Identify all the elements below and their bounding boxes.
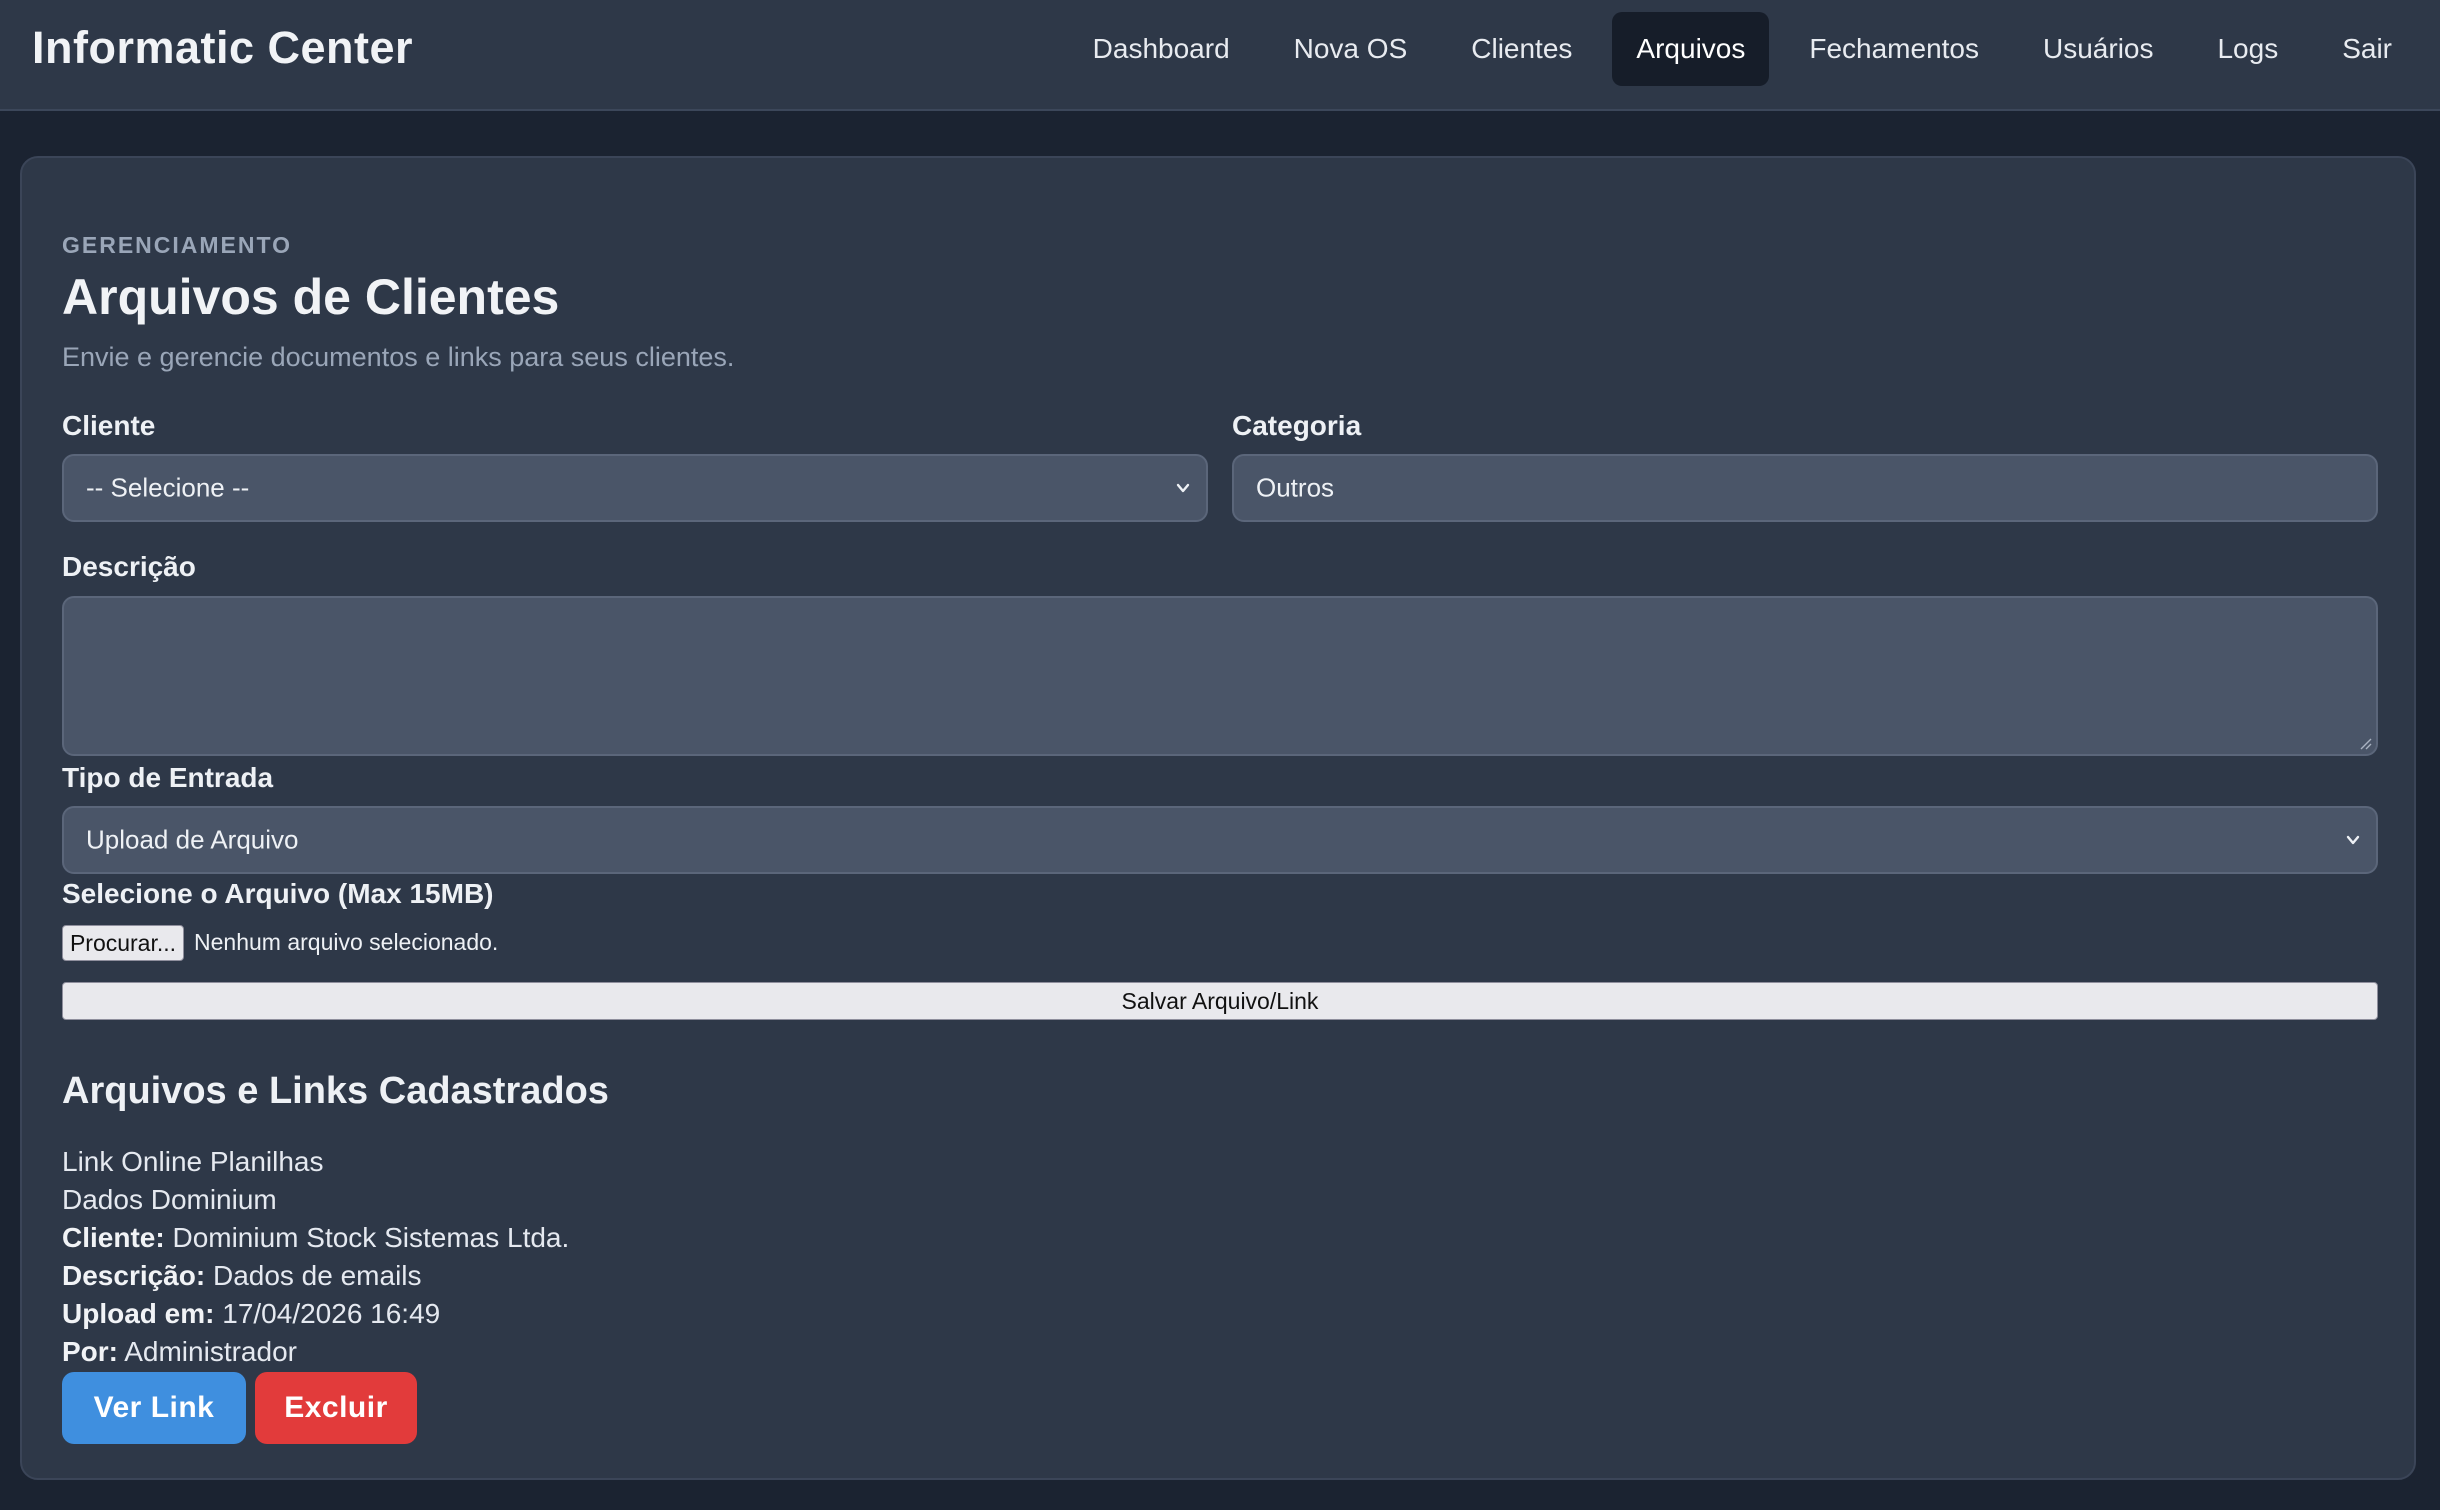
brand-title[interactable]: Informatic Center: [32, 22, 413, 74]
page-eyebrow: GERENCIAMENTO: [62, 232, 293, 258]
chevron-down-icon: [2346, 835, 2360, 845]
categoria-input[interactable]: Outros: [1232, 454, 2378, 522]
entry-por: Por: Administrador: [62, 1336, 297, 1368]
descricao-label: Descrição: [62, 551, 196, 582]
entry-upload-key: Upload em:: [62, 1298, 215, 1329]
entry-cliente-key: Cliente:: [62, 1222, 165, 1253]
entry-name: Link Online Planilhas: [62, 1146, 324, 1177]
entry-descricao-key: Descrição:: [62, 1260, 206, 1291]
entry-cliente-value: Dominium Stock Sistemas Ltda.: [172, 1222, 570, 1253]
tipo-select[interactable]: Upload de Arquivo: [62, 806, 2378, 874]
top-navbar: Informatic Center Dashboard Nova OS Clie…: [0, 0, 2440, 111]
entry-descricao-value: Dados de emails: [212, 1260, 422, 1291]
categoria-input-value: Outros: [1256, 472, 1335, 503]
tipo-select-value: Upload de Arquivo: [86, 824, 299, 855]
entry-upload: Upload em: 17/04/2026 16:49: [62, 1298, 440, 1330]
nav-dashboard[interactable]: Dashboard: [1069, 12, 1254, 86]
nav-usuarios[interactable]: Usuários: [2019, 12, 2177, 86]
descricao-textarea[interactable]: [62, 596, 2378, 756]
cliente-label: Cliente: [62, 410, 156, 441]
page-subtitle: Envie e gerencie documentos e links para…: [62, 342, 735, 372]
file-status-text: Nenhum arquivo selecionado.: [194, 929, 499, 955]
view-link-button[interactable]: Ver Link: [62, 1372, 246, 1444]
nav-logs[interactable]: Logs: [2193, 12, 2302, 86]
resize-grip-icon[interactable]: [2358, 736, 2372, 750]
entry-category: Dados Dominium: [62, 1184, 277, 1215]
arquivo-label: Selecione o Arquivo (Max 15MB): [62, 878, 494, 909]
chevron-down-icon: [1176, 483, 1190, 493]
delete-button[interactable]: Excluir: [255, 1372, 417, 1444]
cliente-select[interactable]: -- Selecione --: [62, 454, 1208, 522]
nav-sair[interactable]: Sair: [2318, 12, 2416, 86]
entry-cliente: Cliente: Dominium Stock Sistemas Ltda.: [62, 1222, 569, 1254]
nav-clientes[interactable]: Clientes: [1447, 12, 1596, 86]
categoria-label: Categoria: [1232, 410, 1362, 441]
list-title: Arquivos e Links Cadastrados: [62, 1070, 609, 1112]
save-button[interactable]: Salvar Arquivo/Link: [62, 982, 2378, 1020]
main-card: GERENCIAMENTO Arquivos de Clientes Envie…: [20, 156, 2416, 1480]
main-nav: Dashboard Nova OS Clientes Arquivos Fech…: [1053, 12, 2416, 86]
entry-upload-value: 17/04/2026 16:49: [222, 1298, 441, 1329]
nav-nova-os[interactable]: Nova OS: [1270, 12, 1432, 86]
entry-por-key: Por:: [62, 1336, 118, 1367]
page-title: Arquivos de Clientes: [62, 269, 560, 325]
entry-descricao: Descrição: Dados de emails: [62, 1260, 422, 1292]
tipo-label: Tipo de Entrada: [62, 762, 274, 793]
nav-fechamentos[interactable]: Fechamentos: [1785, 12, 2003, 86]
cliente-select-value: -- Selecione --: [86, 472, 250, 503]
entry-por-value: Administrador: [124, 1336, 297, 1367]
nav-arquivos[interactable]: Arquivos: [1612, 12, 1770, 86]
browse-file-button[interactable]: Procurar...: [62, 925, 184, 961]
